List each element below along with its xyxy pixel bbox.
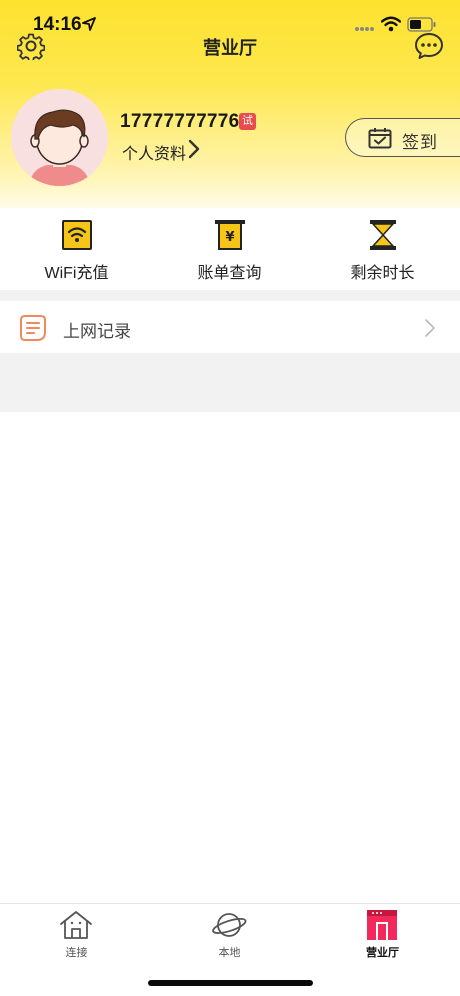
- storefront-icon: [367, 910, 397, 940]
- svg-text:¥: ¥: [225, 230, 234, 245]
- home-indicator[interactable]: [148, 980, 313, 986]
- quick-item-label: 剩余时长: [350, 265, 415, 282]
- phone-number: 17777777776: [120, 111, 240, 132]
- avatar-illustration: [11, 89, 108, 186]
- tab-label: 连接: [65, 947, 88, 959]
- quick-item-wifi-recharge[interactable]: WiFi充值: [0, 208, 153, 290]
- planet-icon: [212, 913, 247, 937]
- wifi-icon: [381, 16, 401, 32]
- empty-section: [0, 353, 460, 412]
- battery-icon: [407, 17, 436, 32]
- quick-item-bill-query[interactable]: ¥ 账单查询: [153, 208, 306, 290]
- page-title: 营业厅: [203, 38, 257, 58]
- wifi-card-icon: [62, 220, 92, 250]
- avatar[interactable]: [11, 89, 108, 186]
- internet-records-label: 上网记录: [63, 322, 131, 341]
- chevron-right-icon: [425, 319, 435, 337]
- house-icon: [60, 911, 92, 939]
- quick-item-label: 账单查询: [197, 265, 262, 282]
- checkin-label: 签到: [402, 133, 438, 152]
- bill-icon: ¥: [215, 220, 245, 250]
- section-divider: [0, 290, 460, 301]
- document-list-icon: [20, 315, 46, 341]
- tab-service-hall[interactable]: 营业厅: [306, 904, 459, 964]
- tab-label: 营业厅: [366, 947, 399, 959]
- profile-link[interactable]: 个人资料: [122, 140, 186, 164]
- message-icon[interactable]: [414, 32, 444, 60]
- quick-item-remaining-time[interactable]: 剩余时长: [306, 208, 459, 290]
- checkin-button[interactable]: 签到: [345, 118, 460, 157]
- calendar-check-icon: [368, 128, 392, 149]
- tab-label: 本地: [218, 947, 241, 959]
- location-arrow-icon: [82, 17, 96, 31]
- quick-menu: WiFi充值 ¥ 账单查询 剩余时长: [0, 208, 460, 290]
- internet-records-row[interactable]: 上网记录: [0, 301, 460, 353]
- quick-item-label: WiFi充值: [44, 265, 109, 282]
- signal-dots-icon: [355, 27, 374, 31]
- trial-badge: 试: [239, 113, 256, 130]
- chevron-right-icon[interactable]: [187, 139, 201, 159]
- hourglass-icon: [370, 220, 396, 250]
- tab-connect[interactable]: 连接: [0, 904, 153, 964]
- tab-local[interactable]: 本地: [153, 904, 306, 964]
